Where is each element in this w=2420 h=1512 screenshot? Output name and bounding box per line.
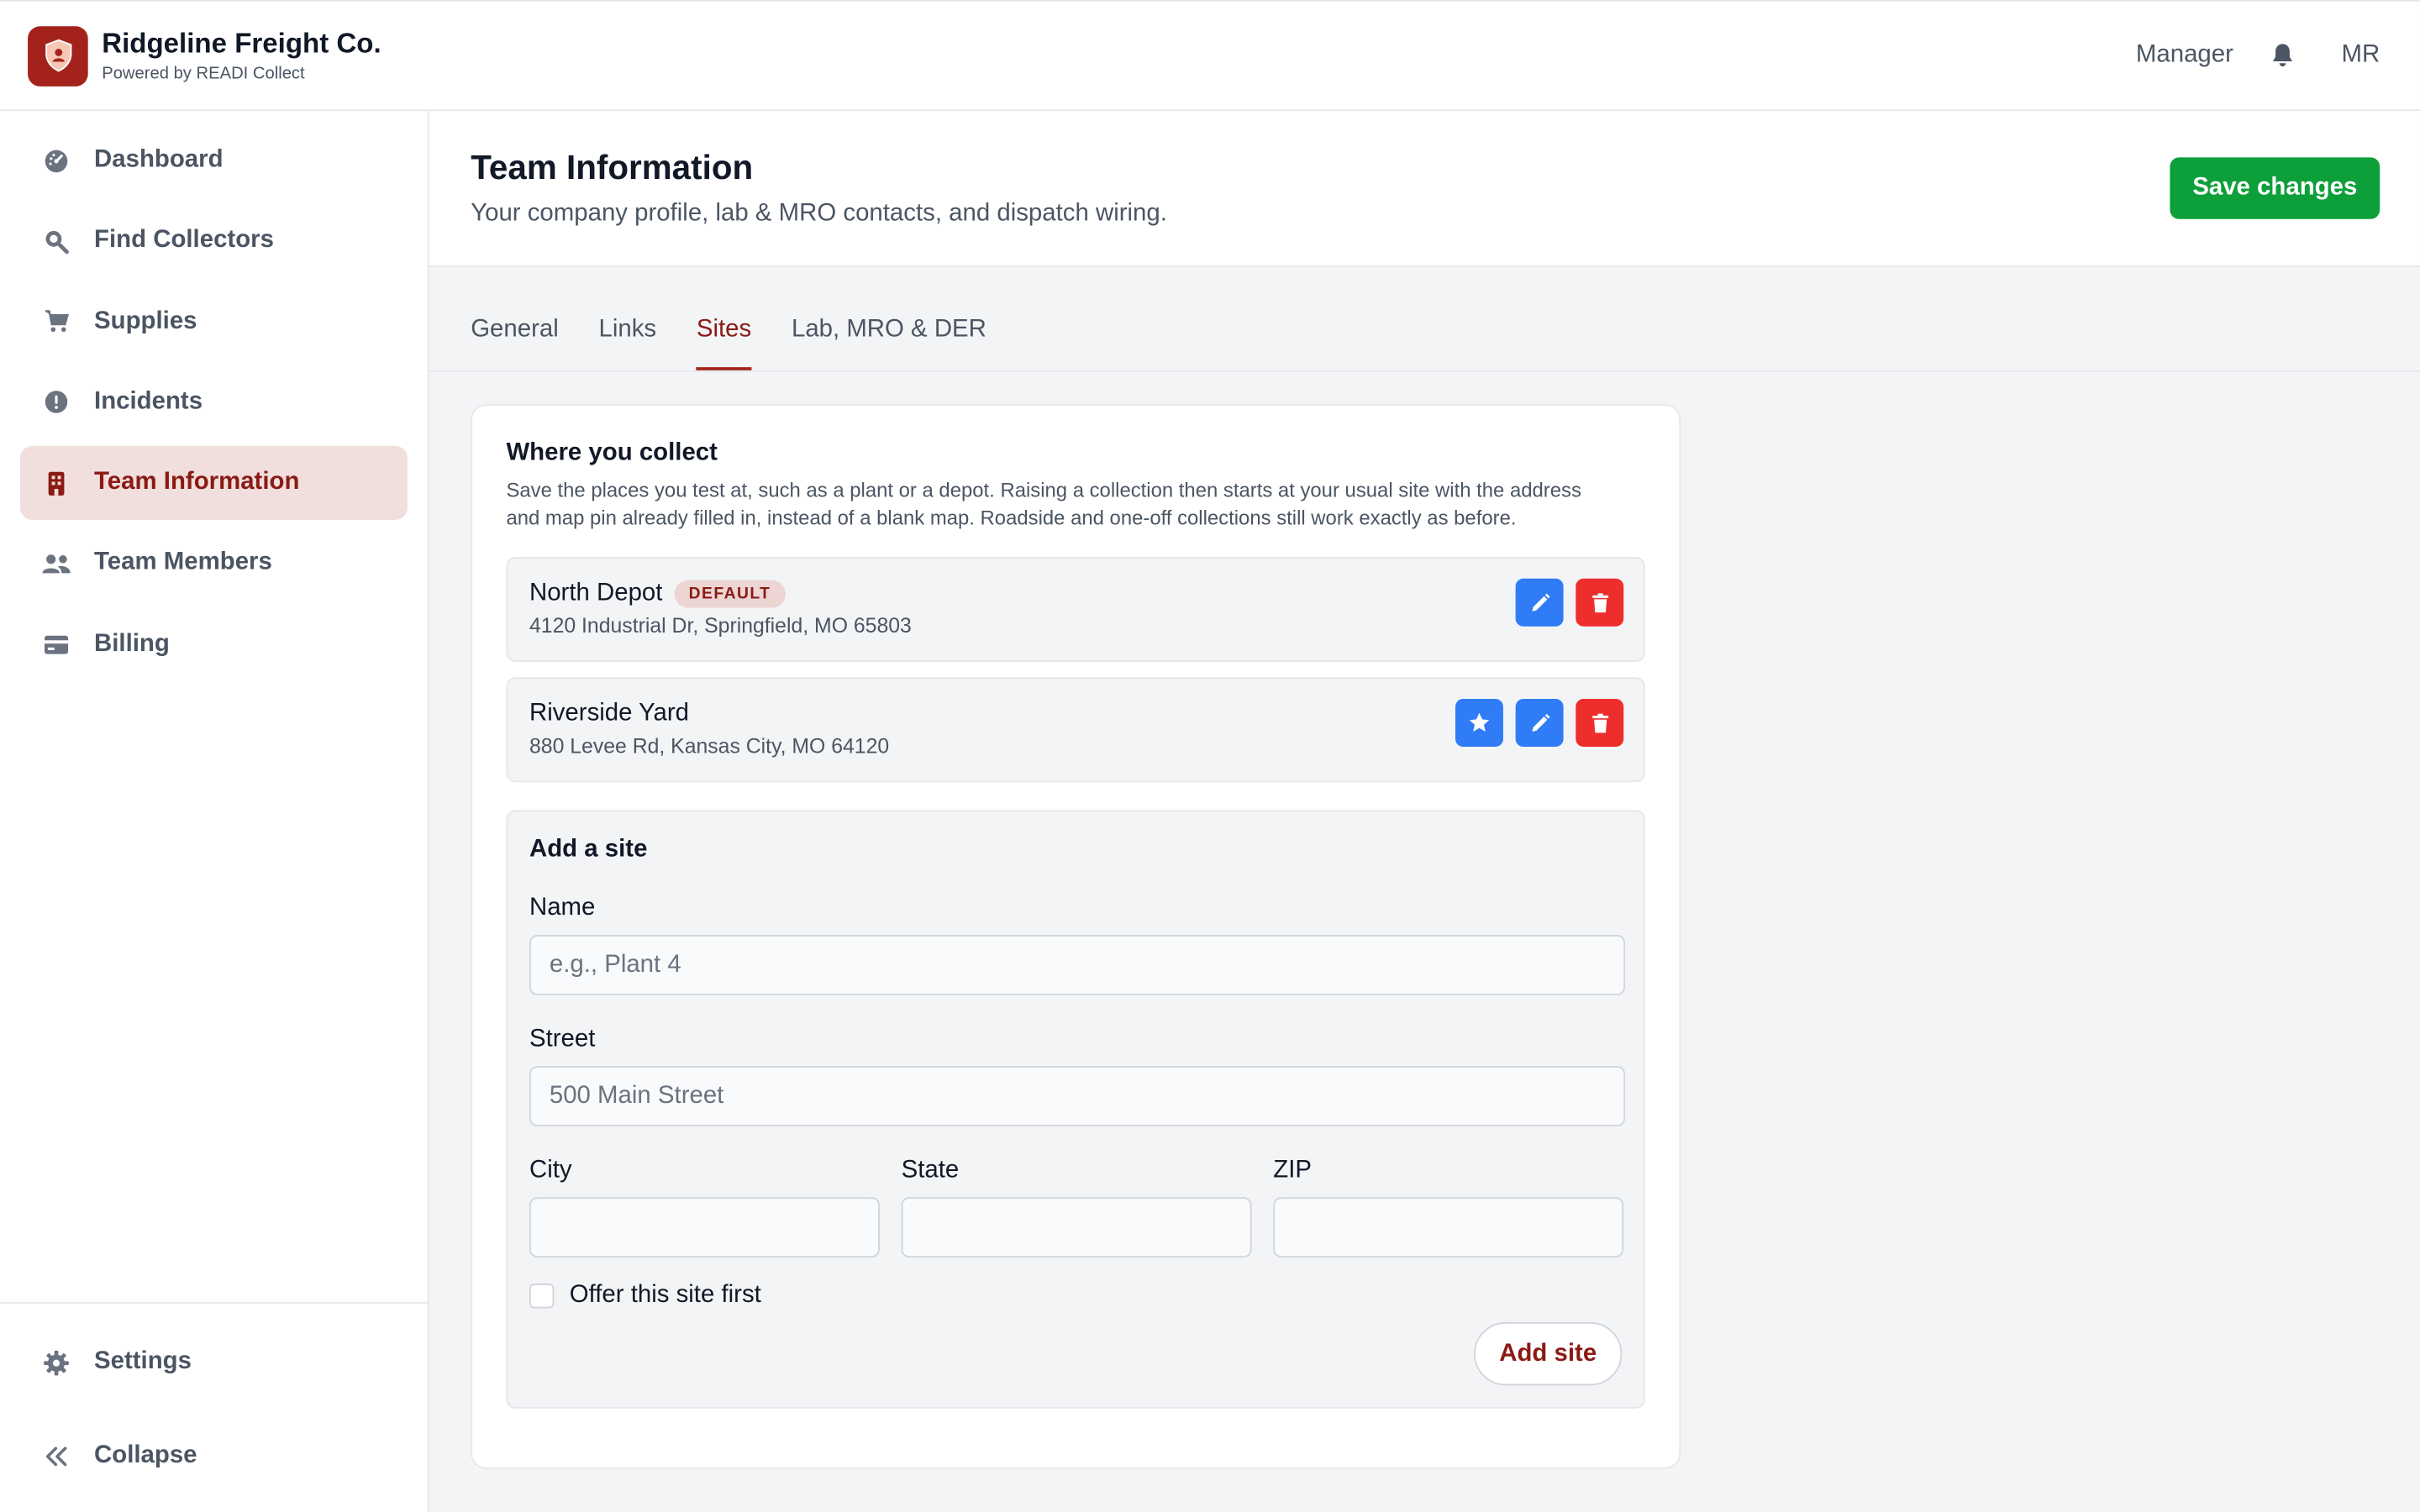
- offer-first-label[interactable]: Offer this site first: [570, 1282, 761, 1310]
- shield-logo-icon: [45, 39, 71, 72]
- sidebar-item-supplies[interactable]: Supplies: [20, 285, 408, 359]
- state-column: State: [901, 1126, 1252, 1257]
- sidebar-item-label: Settings: [94, 1348, 192, 1375]
- sites-card-description: Save the places you test at, such as a p…: [506, 478, 1581, 529]
- bell-icon[interactable]: [2267, 40, 2298, 71]
- save-changes-button[interactable]: Save changes: [2170, 157, 2381, 219]
- sidebar-item-label: Billing: [94, 630, 170, 658]
- sidebar-item-billing[interactable]: Billing: [20, 607, 408, 681]
- site-actions: [1455, 699, 1624, 747]
- sidebar-item-find-collectors[interactable]: Find Collectors: [20, 204, 408, 278]
- sidebar-item-team-information[interactable]: Team Information: [19, 446, 408, 521]
- tab-sites[interactable]: Sites: [696, 317, 752, 370]
- sidebar-item-team-members[interactable]: Team Members: [20, 527, 408, 601]
- company-name: Ridgeline Freight Co.: [102, 28, 381, 59]
- search-icon: [42, 227, 71, 256]
- edit-site-button[interactable]: [1515, 578, 1564, 627]
- zip-label: ZIP: [1273, 1157, 1312, 1184]
- cart-icon: [42, 307, 71, 337]
- delete-site-button[interactable]: [1576, 699, 1624, 747]
- zip-input[interactable]: [1273, 1197, 1624, 1257]
- company-logo[interactable]: [28, 25, 88, 86]
- page-header: Team Information Your company profile, l…: [429, 111, 2420, 267]
- tab-links[interactable]: Links: [598, 317, 656, 370]
- site-name-input[interactable]: e.g., Plant 4: [529, 935, 1626, 995]
- sidebar-item-label: Team Information: [94, 469, 300, 496]
- street-input[interactable]: 500 Main Street: [529, 1066, 1626, 1126]
- credit-card-icon: [42, 630, 71, 659]
- site-name: North Depot: [529, 580, 663, 606]
- delete-site-button[interactable]: [1576, 578, 1624, 627]
- sidebar-nav: Dashboard Find Collectors Supplies Incid…: [0, 111, 428, 681]
- dashboard-gauge-icon: [42, 146, 71, 176]
- pencil-icon: [1531, 712, 1549, 732]
- site-actions: [1515, 578, 1624, 627]
- site-row-north-depot: North Depot DEFAULT 4120 Industrial Dr, …: [506, 557, 1645, 662]
- sidebar-item-label: Find Collectors: [94, 227, 274, 254]
- users-icon: [42, 549, 71, 579]
- sites-card-title: Where you collect: [506, 439, 718, 466]
- page-subtitle: Your company profile, lab & MRO contacts…: [471, 200, 1167, 227]
- default-badge: DEFAULT: [675, 580, 785, 608]
- sidebar-item-label: Incidents: [94, 388, 203, 415]
- sidebar-item-settings[interactable]: Settings: [20, 1326, 408, 1399]
- user-avatar[interactable]: MR: [2341, 42, 2380, 70]
- offer-first-row: Offer this site first: [529, 1282, 1622, 1310]
- add-site-button[interactable]: Add site: [1474, 1322, 1623, 1386]
- top-right-controls: Manager MR: [2136, 40, 2392, 71]
- pencil-icon: [1531, 592, 1549, 611]
- role-label[interactable]: Manager: [2136, 42, 2233, 70]
- site-name-row: North Depot DEFAULT: [529, 580, 1622, 608]
- top-bar: Ridgeline Freight Co. Powered by READI C…: [0, 0, 2420, 112]
- edit-site-button[interactable]: [1515, 699, 1564, 747]
- tab-lab-mro-der[interactable]: Lab, MRO & DER: [792, 317, 986, 370]
- add-site-title: Add a site: [529, 836, 648, 863]
- tab-bar: General Links Sites Lab, MRO & DER: [429, 267, 2420, 372]
- star-icon: [1469, 712, 1490, 732]
- site-name: Riverside Yard: [529, 700, 690, 727]
- offer-first-checkbox[interactable]: [529, 1284, 555, 1309]
- chevrons-left-icon: [42, 1441, 71, 1471]
- site-address: 4120 Industrial Dr, Springfield, MO 6580…: [529, 614, 912, 638]
- add-site-panel: Add a site Name e.g., Plant 4 Street 500…: [506, 810, 1645, 1409]
- sidebar-item-label: Supplies: [94, 307, 197, 334]
- city-label: City: [529, 1157, 572, 1184]
- make-default-site-button[interactable]: [1455, 699, 1503, 747]
- trash-icon: [1591, 712, 1608, 732]
- alert-circle-icon: [42, 388, 71, 417]
- trash-icon: [1591, 592, 1608, 612]
- sidebar-item-incidents[interactable]: Incidents: [20, 365, 408, 439]
- zip-column: ZIP: [1273, 1126, 1624, 1257]
- site-row-riverside-yard: Riverside Yard 880 Levee Rd, Kansas City…: [506, 677, 1645, 783]
- city-column: City: [529, 1126, 880, 1257]
- main-content: Team Information Your company profile, l…: [429, 111, 2420, 1512]
- state-input[interactable]: [901, 1197, 1252, 1257]
- sidebar-item-collapse[interactable]: Collapse: [20, 1420, 408, 1494]
- sites-card: Where you collect Save the places you te…: [471, 404, 1681, 1469]
- city-state-zip-row: City State ZIP: [529, 1126, 1624, 1257]
- building-icon: [42, 469, 71, 498]
- sidebar-item-dashboard[interactable]: Dashboard: [20, 123, 408, 197]
- brand: Ridgeline Freight Co. Powered by READI C…: [102, 26, 381, 85]
- tab-general[interactable]: General: [471, 317, 559, 370]
- powered-by: Powered by READI Collect: [102, 65, 305, 84]
- app-root: Ridgeline Freight Co. Powered by READI C…: [0, 0, 2420, 1512]
- sidebar-item-label: Collapse: [94, 1442, 197, 1469]
- page-title: Team Information: [471, 148, 754, 187]
- name-label: Name: [529, 895, 596, 921]
- street-label: Street: [529, 1026, 596, 1053]
- sidebar-item-label: Team Members: [94, 549, 272, 576]
- city-input[interactable]: [529, 1197, 880, 1257]
- sidebar-item-label: Dashboard: [94, 146, 224, 173]
- state-label: State: [901, 1157, 960, 1184]
- sidebar: Dashboard Find Collectors Supplies Incid…: [0, 111, 429, 1512]
- sidebar-footer: Settings Collapse: [0, 1302, 428, 1512]
- gear-icon: [42, 1347, 71, 1377]
